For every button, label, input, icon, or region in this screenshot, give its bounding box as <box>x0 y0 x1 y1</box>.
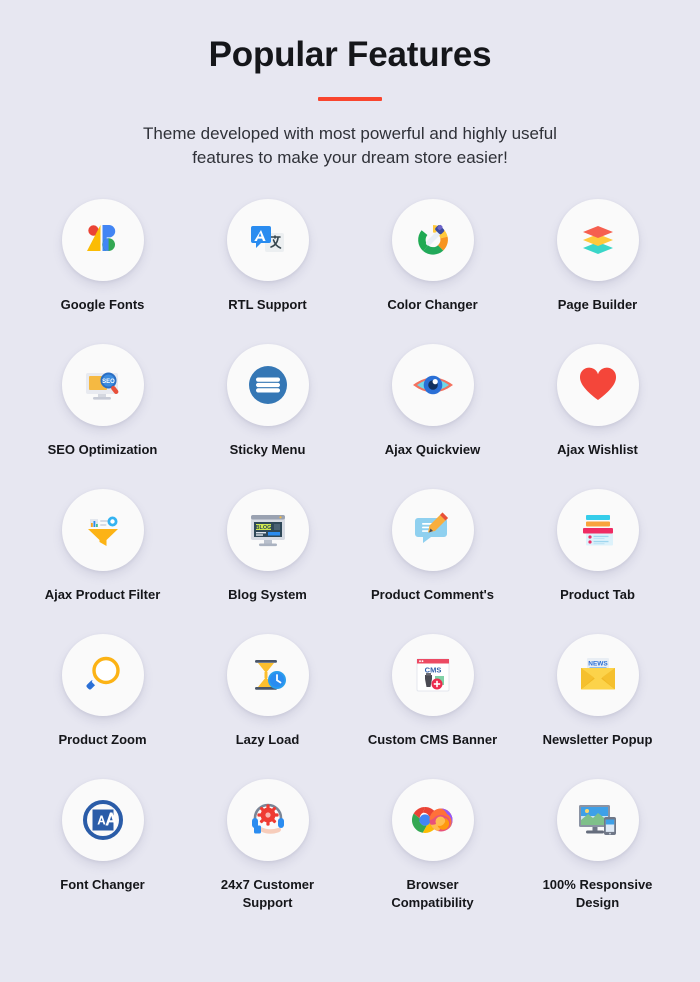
feature-item-lazy-load[interactable]: Lazy Load <box>185 633 350 779</box>
feature-label: SEO Optimization <box>47 441 158 457</box>
page-title: Popular Features <box>208 35 492 74</box>
feature-label: RTL Support <box>228 296 307 312</box>
feature-item-page-builder[interactable]: Page Builder <box>515 198 680 344</box>
feature-item-seo-optimization[interactable]: SEO SEO Optimization <box>20 343 185 489</box>
feature-label: Ajax Quickview <box>384 441 481 457</box>
feature-item-ajax-product-filter[interactable]: Ajax Product Filter <box>20 488 185 634</box>
title-underline-accent <box>318 96 382 101</box>
feature-label: Custom CMS Banner <box>367 731 498 747</box>
feature-item-responsive-design[interactable]: 100% Responsive Design <box>515 778 680 929</box>
font-size-icon <box>61 778 144 861</box>
feature-item-ajax-wishlist[interactable]: Ajax Wishlist <box>515 343 680 489</box>
feature-label: Browser Compatibility <box>391 876 474 911</box>
feature-item-blog-system[interactable]: BLOG Blog System <box>185 488 350 634</box>
funnel-filter-icon <box>61 488 144 571</box>
feature-label: Product Comment's <box>371 586 494 602</box>
seo-monitor-icon: SEO <box>61 343 144 426</box>
comment-pencil-icon <box>391 488 474 571</box>
feature-label: Color Changer <box>387 296 478 312</box>
feature-item-rtl-support[interactable]: RTL Support <box>185 198 350 344</box>
feature-item-ajax-quickview[interactable]: Ajax Quickview <box>350 343 515 489</box>
feature-label: Font Changer <box>60 876 145 892</box>
section-header: Popular Features Theme developed with mo… <box>0 0 700 170</box>
feature-item-customer-support[interactable]: 24x7 Customer Support <box>185 778 350 929</box>
headset-support-icon <box>226 778 309 861</box>
feature-item-product-tab[interactable]: Product Tab <box>515 488 680 634</box>
feature-label: Google Fonts <box>60 296 145 312</box>
svg-text:BLOG: BLOG <box>255 525 271 531</box>
feature-item-product-comments[interactable]: Product Comment's <box>350 488 515 634</box>
responsive-devices-icon <box>556 778 639 861</box>
google-fonts-icon <box>61 198 144 281</box>
heart-icon <box>556 343 639 426</box>
feature-label: 100% Responsive Design <box>542 876 653 911</box>
feature-item-newsletter-popup[interactable]: NEWS Newsletter Popup <box>515 633 680 779</box>
hamburger-menu-icon <box>226 343 309 426</box>
feature-item-font-changer[interactable]: Font Changer <box>20 778 185 929</box>
subtitle-line-2: features to make your dream store easier… <box>192 147 508 167</box>
feature-item-sticky-menu[interactable]: Sticky Menu <box>185 343 350 489</box>
feature-item-custom-cms-banner[interactable]: CMS Custom CMS Banner <box>350 633 515 779</box>
magnifier-icon <box>61 633 144 716</box>
feature-label: 24x7 Customer Support <box>220 876 315 911</box>
feature-item-product-zoom[interactable]: Product Zoom <box>20 633 185 779</box>
browsers-icon <box>391 778 474 861</box>
color-picker-icon <box>391 198 474 281</box>
feature-label: Ajax Wishlist <box>557 441 638 457</box>
feature-label: Newsletter Popup <box>542 731 653 747</box>
feature-item-google-fonts[interactable]: Google Fonts <box>20 198 185 344</box>
section-subtitle: Theme developed with most powerful and h… <box>90 122 610 170</box>
features-grid: Google Fonts RTL Support Color Changer P… <box>20 170 680 929</box>
feature-label: Product Zoom <box>58 731 147 747</box>
translate-icon <box>226 198 309 281</box>
feature-label: Sticky Menu <box>229 441 306 457</box>
layers-icon <box>556 198 639 281</box>
svg-text:NEWS: NEWS <box>588 660 608 667</box>
tabs-icon <box>556 488 639 571</box>
eye-icon <box>391 343 474 426</box>
newsletter-envelope-icon: NEWS <box>556 633 639 716</box>
feature-item-color-changer[interactable]: Color Changer <box>350 198 515 344</box>
feature-label: Ajax Product Filter <box>44 586 161 602</box>
feature-label: Lazy Load <box>235 731 300 747</box>
blog-monitor-icon: BLOG <box>226 488 309 571</box>
subtitle-line-1: Theme developed with most powerful and h… <box>143 123 557 143</box>
hourglass-clock-icon <box>226 633 309 716</box>
feature-item-browser-compatibility[interactable]: Browser Compatibility <box>350 778 515 929</box>
cms-banner-icon: CMS <box>391 633 474 716</box>
svg-text:SEO: SEO <box>102 379 115 385</box>
feature-label: Product Tab <box>560 586 635 602</box>
feature-label: Blog System <box>228 586 307 602</box>
feature-label: Page Builder <box>557 296 638 312</box>
popular-features-page: Popular Features Theme developed with mo… <box>0 0 700 982</box>
